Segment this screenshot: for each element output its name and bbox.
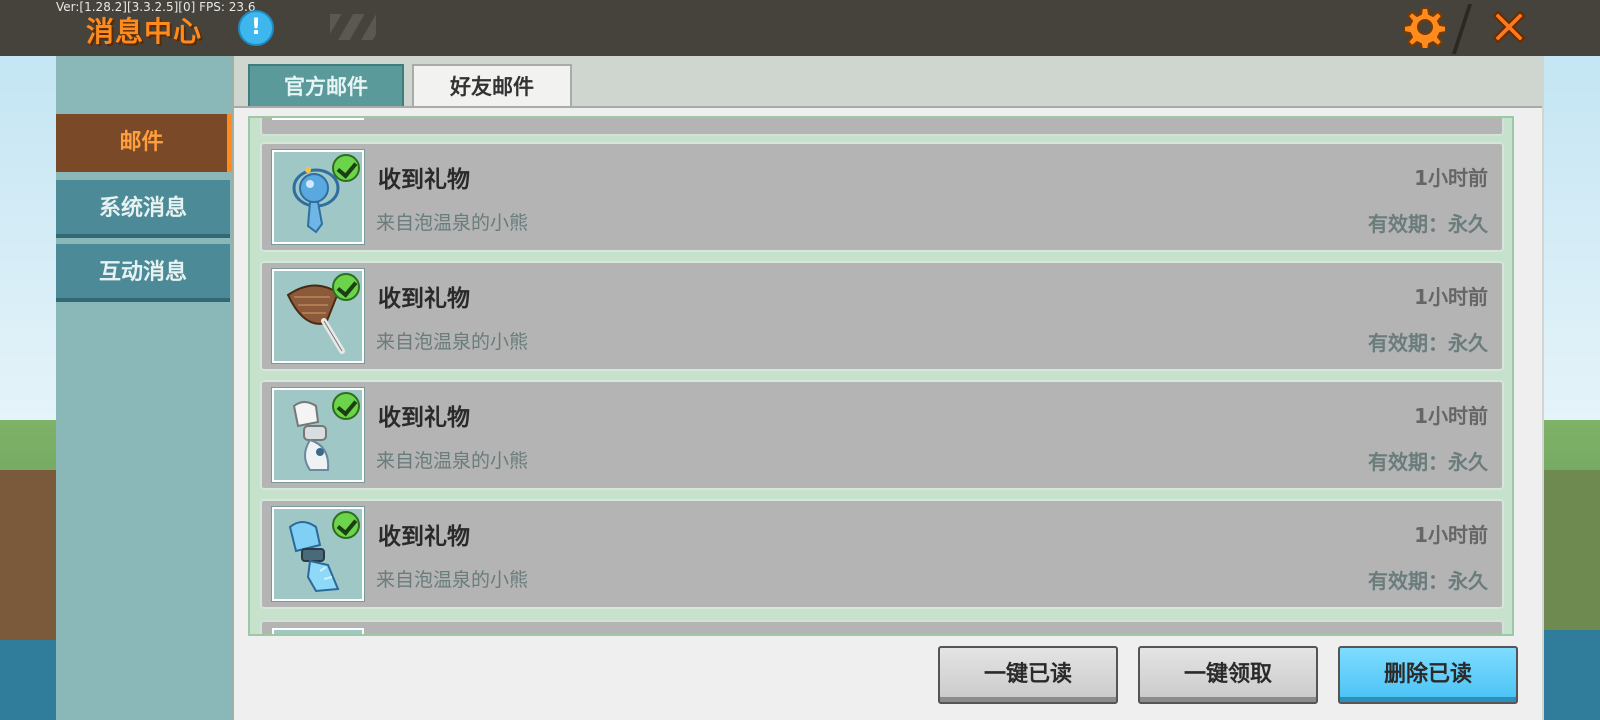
list-item[interactable]: 收到礼物 来自泡温泉的小熊 1小时前 有效期：永久 [260, 380, 1504, 490]
mail-validity: 有效期：永久 [1368, 450, 1488, 474]
item-thumbnail [272, 388, 364, 482]
claimed-check-icon [332, 154, 360, 182]
mail-time: 1小时前 [1414, 523, 1488, 547]
list-item[interactable]: 收到礼物 来自泡温泉的小熊 1小时前 有效期：永久 [260, 261, 1504, 371]
sidebar-item-system-messages[interactable]: 系统消息 [56, 180, 230, 238]
tab-official-mail[interactable]: 官方邮件 [248, 64, 404, 108]
grass-block [1544, 470, 1600, 630]
mail-validity: 有效期：永久 [1368, 331, 1488, 355]
claimed-check-icon [332, 511, 360, 539]
gear-icon[interactable] [1404, 6, 1446, 48]
mail-validity: 有效期：永久 [1368, 569, 1488, 593]
mail-title: 收到礼物 [378, 524, 470, 550]
list-item[interactable]: 收到礼物 来自泡温泉的小熊 1小时前 有效期：永久 [260, 499, 1504, 609]
mail-sender: 来自泡温泉的小熊 [376, 331, 529, 353]
list-item[interactable] [260, 620, 1504, 634]
water [0, 640, 56, 720]
mail-sender: 来自泡温泉的小熊 [376, 450, 529, 472]
mail-time: 1小时前 [1414, 404, 1488, 428]
sidebar-item-interaction-messages[interactable]: 互动消息 [56, 244, 230, 302]
decor-stripe [330, 14, 376, 40]
claimed-check-icon [332, 273, 360, 301]
mail-title: 收到礼物 [378, 167, 470, 193]
item-thumbnail [272, 507, 364, 601]
info-icon[interactable]: ! [238, 10, 274, 46]
mail-time: 1小时前 [1414, 285, 1488, 309]
item-thumbnail [272, 118, 364, 120]
mail-list[interactable]: 收到礼物 来自泡温泉的小熊 1小时前 有效期：永久 收到礼物 来自泡温泉的小熊 … [248, 116, 1514, 636]
list-item[interactable]: 收到礼物 来自泡温泉的小熊 1小时前 有效期：永久 [260, 142, 1504, 252]
mail-time: 1小时前 [1414, 166, 1488, 190]
item-thumbnail [272, 269, 364, 363]
mail-title: 收到礼物 [378, 405, 470, 431]
dirt-block [0, 470, 56, 640]
page-title: 消息中心 [86, 15, 203, 48]
water-right [1544, 630, 1600, 720]
mail-sender: 来自泡温泉的小熊 [376, 569, 529, 591]
item-thumbnail [272, 150, 364, 244]
delete-read-button[interactable]: 删除已读 [1338, 646, 1518, 704]
claim-all-button[interactable]: 一键领取 [1138, 646, 1318, 704]
mail-title: 收到礼物 [378, 286, 470, 312]
mail-validity: 有效期：永久 [1368, 212, 1488, 236]
list-item[interactable] [260, 118, 1504, 136]
mark-all-read-button[interactable]: 一键已读 [938, 646, 1118, 704]
tab-friend-mail[interactable]: 好友邮件 [412, 64, 572, 108]
claimed-check-icon [332, 392, 360, 420]
mail-sender: 来自泡温泉的小熊 [376, 212, 529, 234]
item-thumbnail [272, 628, 364, 634]
close-icon[interactable] [1488, 6, 1530, 48]
sidebar-item-mail[interactable]: 邮件 [56, 114, 232, 172]
